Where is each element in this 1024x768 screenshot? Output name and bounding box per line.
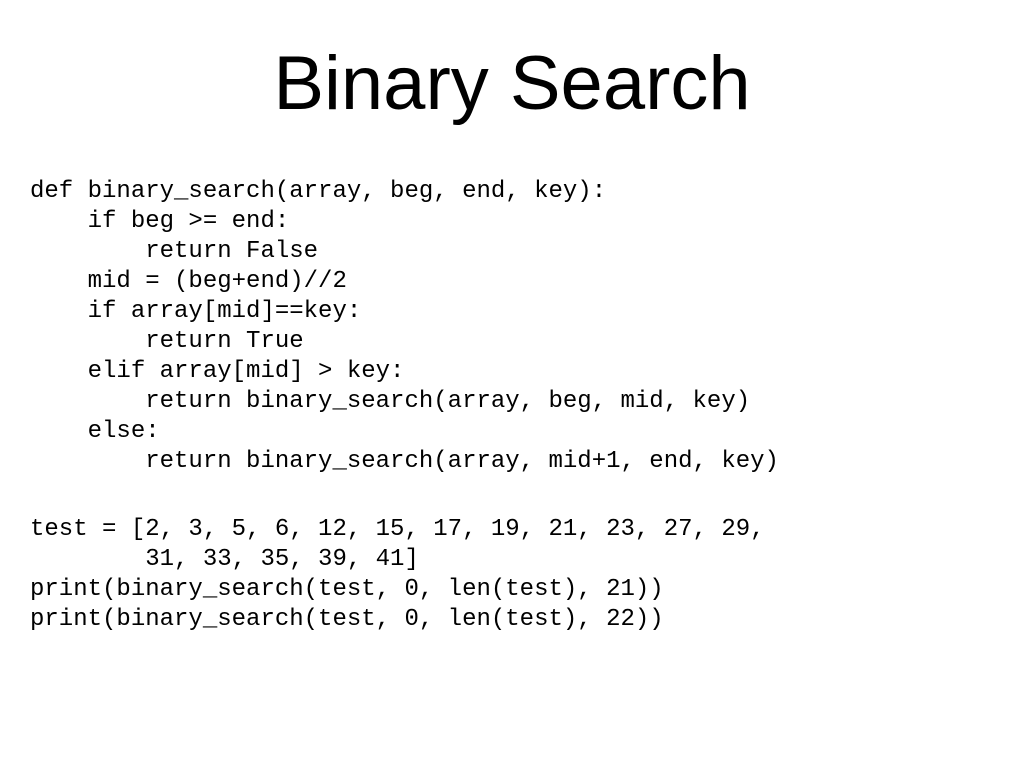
code-block-test: test = [2, 3, 5, 6, 12, 15, 17, 19, 21, … <box>20 515 1004 635</box>
slide-title: Binary Search <box>20 40 1004 127</box>
code-line: return binary_search(array, mid+1, end, … <box>30 448 779 475</box>
slide-container: Binary Search def binary_search(array, b… <box>0 0 1024 768</box>
code-line: elif array[mid] > key: <box>30 358 404 385</box>
code-line: return True <box>30 328 304 355</box>
code-line: mid = (beg+end)//2 <box>30 268 347 295</box>
code-line: if array[mid]==key: <box>30 298 361 325</box>
code-line: print(binary_search(test, 0, len(test), … <box>30 576 664 603</box>
code-block-function: def binary_search(array, beg, end, key):… <box>20 177 1004 477</box>
code-line: print(binary_search(test, 0, len(test), … <box>30 606 664 633</box>
code-line: return False <box>30 238 318 265</box>
code-line: def binary_search(array, beg, end, key): <box>30 178 606 205</box>
code-line: else: <box>30 418 160 445</box>
code-line: 31, 33, 35, 39, 41] <box>30 546 419 573</box>
code-line: if beg >= end: <box>30 208 289 235</box>
code-line: test = [2, 3, 5, 6, 12, 15, 17, 19, 21, … <box>30 516 765 543</box>
code-line: return binary_search(array, beg, mid, ke… <box>30 388 750 415</box>
